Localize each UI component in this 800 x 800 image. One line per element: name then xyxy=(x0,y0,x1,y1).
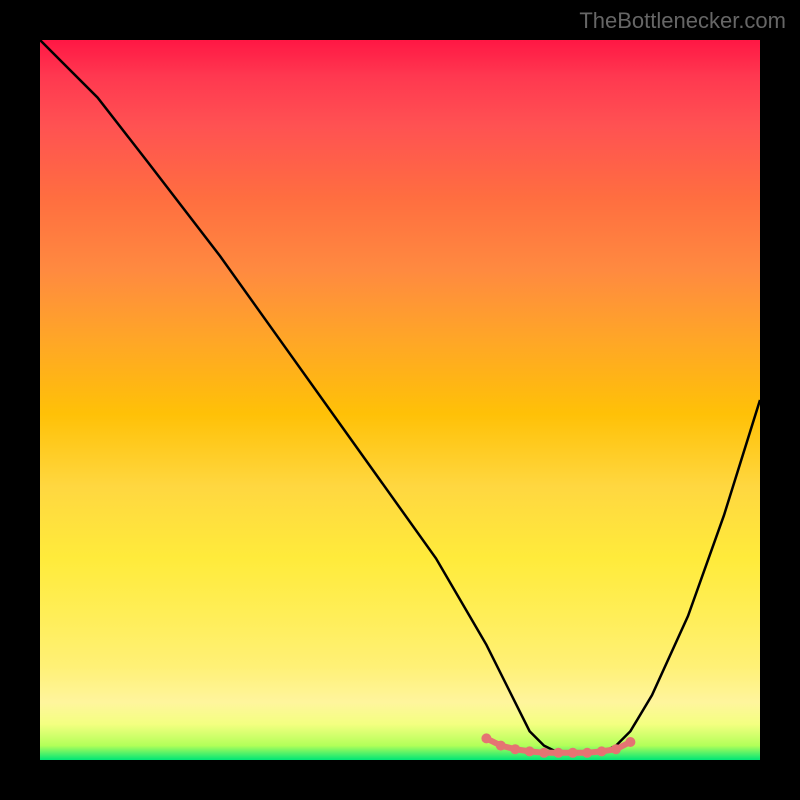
highlight-dot xyxy=(625,737,635,747)
highlight-dot xyxy=(568,748,578,758)
highlight-dot xyxy=(481,733,491,743)
highlight-dot xyxy=(582,748,592,758)
highlight-dot xyxy=(597,746,607,756)
bottleneck-curve xyxy=(40,40,760,753)
chart-curve-svg xyxy=(40,40,760,760)
highlight-region xyxy=(481,733,635,757)
highlight-dot xyxy=(611,744,621,754)
highlight-dot xyxy=(553,748,563,758)
highlight-dot xyxy=(496,741,506,751)
highlight-dot xyxy=(525,746,535,756)
highlight-dot xyxy=(539,748,549,758)
watermark-text: TheBottleneсker.com xyxy=(579,8,786,34)
highlight-dot xyxy=(510,744,520,754)
